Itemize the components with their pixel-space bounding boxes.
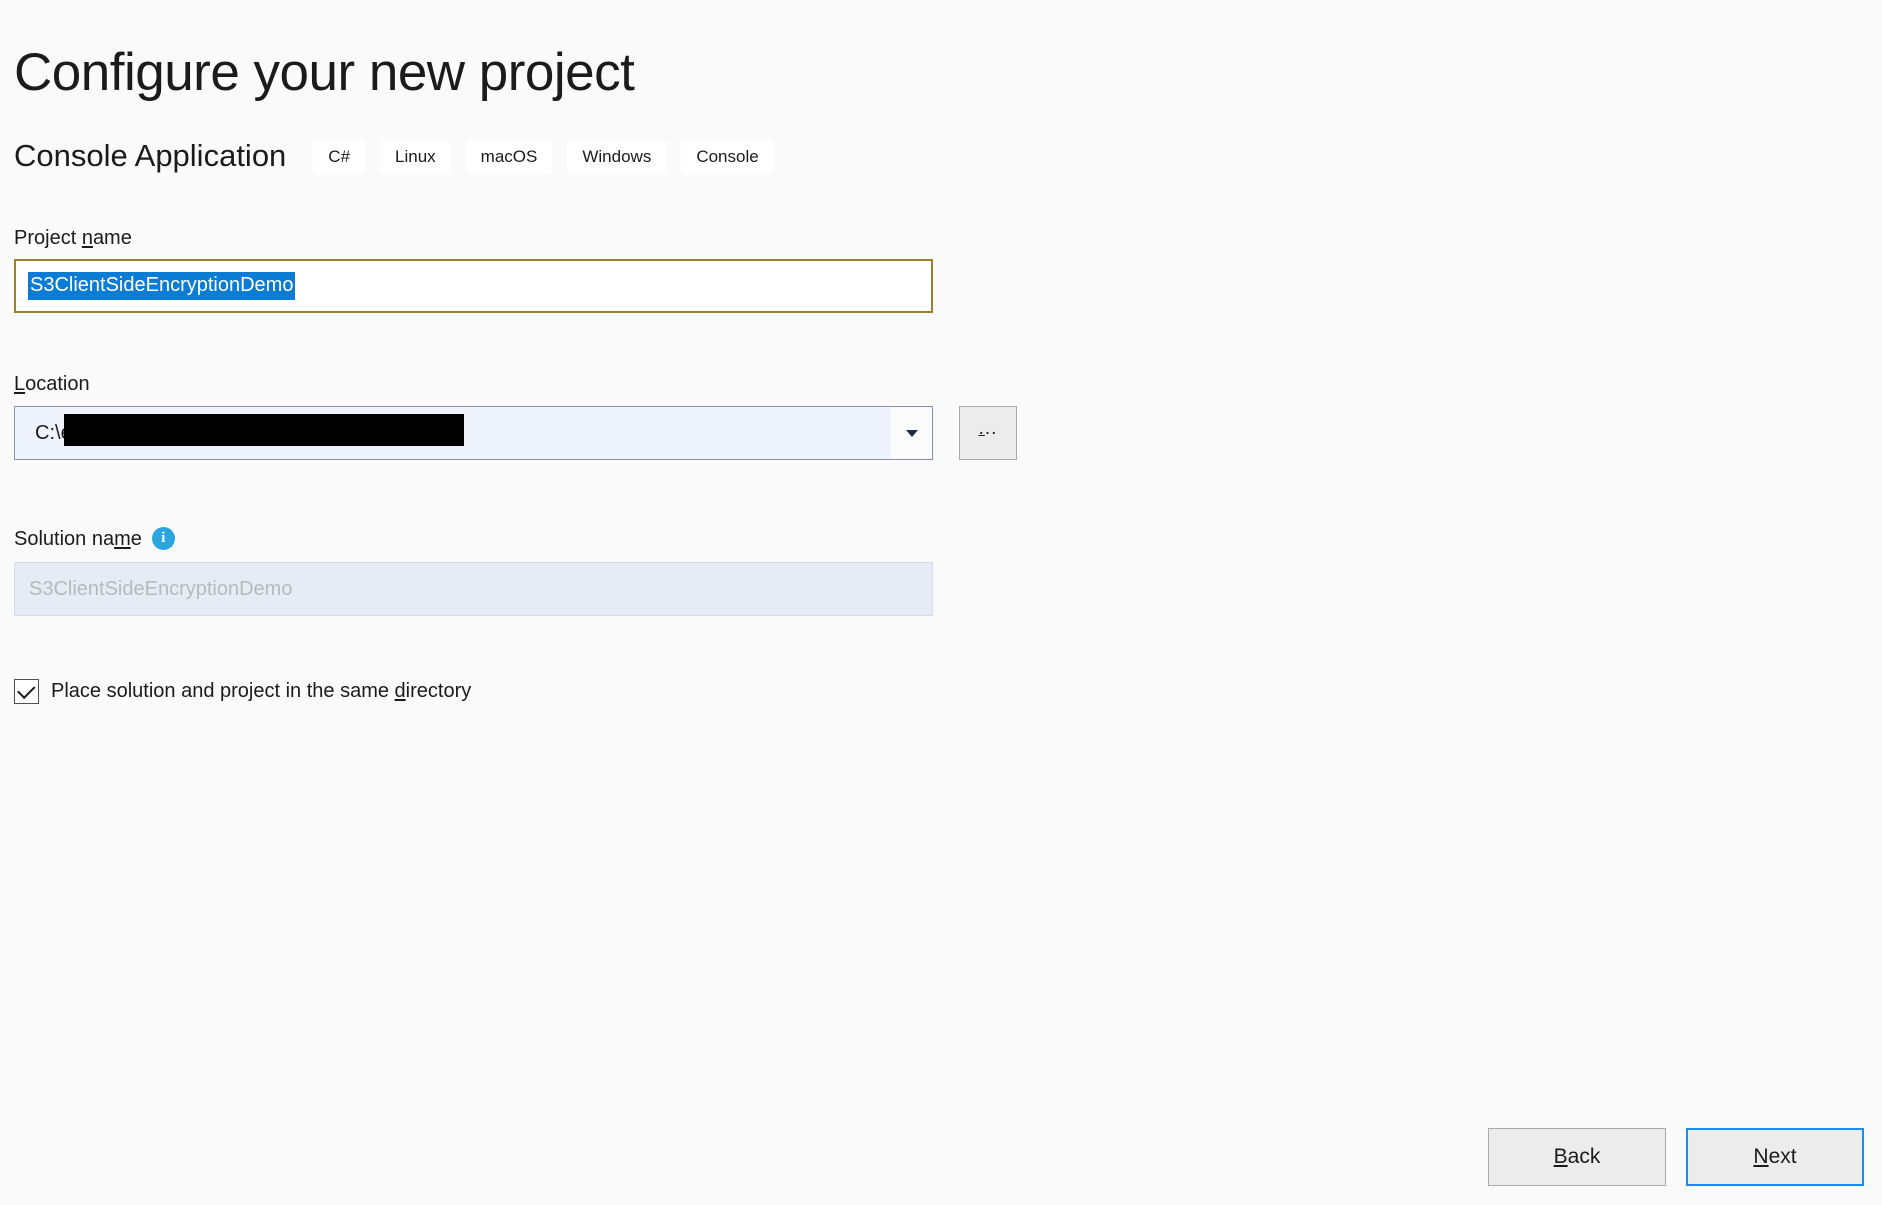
project-name-accel: n bbox=[81, 227, 93, 249]
redaction-bar bbox=[64, 414, 464, 446]
browse-location-button[interactable]: ... bbox=[959, 406, 1017, 460]
next-button[interactable]: Next bbox=[1686, 1128, 1864, 1186]
solution-name-label: Solution name i bbox=[14, 527, 175, 550]
same-directory-label-text: Place solution and project in the same bbox=[51, 680, 395, 702]
ellipsis-icon: ... bbox=[978, 418, 998, 440]
project-name-value: S3ClientSideEncryptionDemo bbox=[28, 272, 296, 300]
tag-windows: Windows bbox=[566, 140, 668, 175]
location-path-prefix: C:\ bbox=[35, 421, 61, 444]
same-directory-accel: d bbox=[394, 680, 406, 702]
same-directory-checkbox[interactable] bbox=[14, 679, 39, 704]
location-dropdown-button[interactable] bbox=[891, 407, 932, 459]
location-label: Location bbox=[14, 374, 90, 394]
same-directory-checkbox-row[interactable]: Place solution and project in the same d… bbox=[14, 679, 471, 704]
solution-name-label-wrap: Solution name bbox=[14, 529, 142, 549]
same-directory-label[interactable]: Place solution and project in the same d… bbox=[51, 680, 471, 703]
info-icon[interactable]: i bbox=[151, 527, 175, 550]
same-directory-label-rest: irectory bbox=[405, 680, 472, 702]
project-name-label: Project name bbox=[14, 228, 132, 248]
browse-dot-accel: . bbox=[978, 418, 985, 440]
checkmark-icon bbox=[16, 680, 35, 699]
tag-csharp: C# bbox=[312, 140, 367, 175]
solution-name-value: S3ClientSideEncryptionDemo bbox=[29, 577, 293, 600]
back-button-label: ack bbox=[1567, 1145, 1601, 1168]
project-name-input[interactable]: S3ClientSideEncryptionDemo bbox=[14, 259, 933, 313]
back-button-accel: B bbox=[1553, 1145, 1568, 1168]
template-summary: Console Application C# Linux macOS Windo… bbox=[14, 136, 775, 175]
tag-linux: Linux bbox=[379, 140, 452, 175]
template-tag-list: C# Linux macOS Windows Console bbox=[312, 140, 775, 175]
dialog-footer: Back Next bbox=[1488, 1128, 1864, 1186]
solution-name-accel: m bbox=[114, 527, 131, 550]
location-accel: L bbox=[14, 373, 26, 395]
template-name: Console Application bbox=[14, 137, 287, 173]
tag-console: Console bbox=[680, 140, 775, 175]
next-button-accel: N bbox=[1753, 1145, 1769, 1168]
location-value[interactable]: C:\e\ bbox=[15, 407, 891, 459]
back-button[interactable]: Back bbox=[1488, 1128, 1666, 1186]
project-name-label-text: Project bbox=[14, 227, 82, 249]
project-name-label-rest: ame bbox=[92, 227, 132, 249]
next-button-label: ext bbox=[1768, 1145, 1797, 1168]
tag-macos: macOS bbox=[464, 140, 554, 175]
solution-name-label-rest: e bbox=[130, 527, 142, 550]
solution-name-input: S3ClientSideEncryptionDemo bbox=[14, 562, 933, 616]
solution-name-label-text: Solution na bbox=[14, 527, 115, 550]
location-combobox[interactable]: C:\e\ bbox=[14, 406, 933, 460]
page-title: Configure your new project bbox=[14, 42, 635, 102]
location-label-rest: ocation bbox=[25, 373, 90, 395]
chevron-down-icon bbox=[905, 429, 918, 437]
